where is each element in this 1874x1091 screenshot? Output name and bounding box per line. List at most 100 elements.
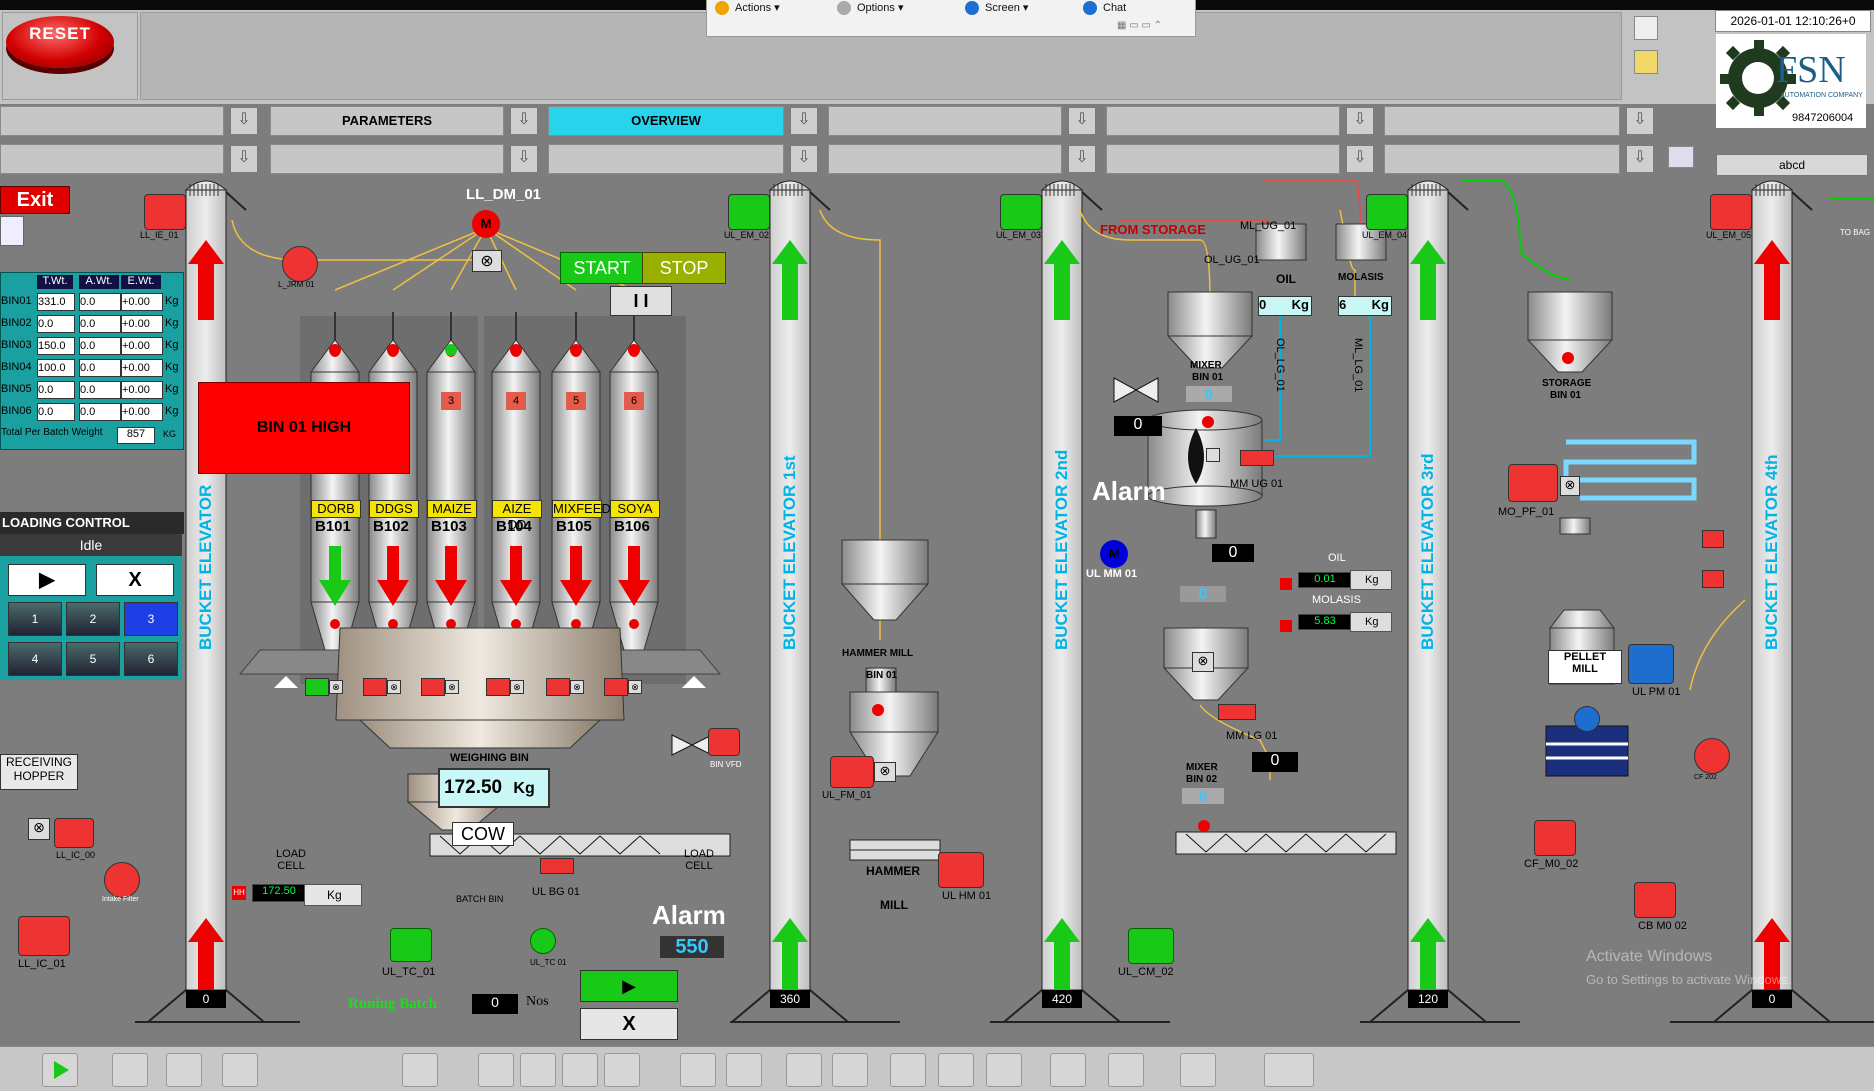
remote-window-icons[interactable]: ▦ ▭ ▭ ⌃ — [1117, 20, 1162, 34]
bin-gate-valve-icon[interactable]: ⊗ — [628, 680, 642, 694]
conditioner-motor-2-icon[interactable] — [1702, 570, 1724, 588]
bin-gate-valve-icon[interactable]: ⊗ — [445, 680, 459, 694]
hammer-valve-icon[interactable]: ⊗ — [874, 762, 896, 782]
mm-lg-motor-icon[interactable] — [1218, 704, 1256, 720]
elevator-motor-icon[interactable] — [1710, 194, 1752, 230]
reset-button[interactable]: RESET — [6, 16, 114, 68]
cf-motor-icon[interactable] — [1534, 820, 1576, 856]
fm-motor-icon[interactable] — [830, 756, 874, 788]
actions-menu[interactable]: Actions ▾ — [715, 1, 780, 16]
folder-icon[interactable] — [166, 1053, 202, 1087]
mm-ug-motor-icon[interactable] — [1240, 450, 1274, 466]
down-arrow-icon[interactable]: ⇩ — [510, 107, 538, 135]
pf-motor-icon[interactable] — [1508, 464, 1558, 502]
tab-blank-3[interactable] — [1106, 106, 1340, 136]
bin-feeder-motor-icon[interactable] — [363, 678, 387, 696]
down-arrow-icon[interactable]: ⇩ — [1346, 107, 1374, 135]
right-arrow-icon[interactable] — [604, 1053, 640, 1087]
bin-feeder-motor-icon[interactable] — [546, 678, 570, 696]
print-icon[interactable] — [1050, 1053, 1086, 1087]
start-button[interactable]: START — [560, 252, 644, 284]
cb-motor-icon[interactable] — [1634, 882, 1676, 918]
down-arrow-nav-icon[interactable] — [562, 1053, 598, 1087]
run-icon[interactable] — [42, 1053, 78, 1087]
acknowledge-icon[interactable] — [1264, 1053, 1314, 1087]
tab-blank-4[interactable] — [1384, 106, 1620, 136]
conditioner-motor-1-icon[interactable] — [1702, 530, 1724, 548]
tab-parameters[interactable]: PARAMETERS — [270, 106, 504, 136]
mixer-discharge-valve-icon[interactable]: ⊗ — [1192, 652, 1214, 672]
user-field[interactable]: abcd — [1716, 154, 1868, 176]
list-icon[interactable] — [222, 1053, 258, 1087]
ic00-motor-icon[interactable] — [54, 818, 94, 848]
dm-valve-icon[interactable]: ⊗ — [472, 250, 502, 272]
dm-motor-icon[interactable]: M — [472, 210, 500, 238]
options-menu[interactable]: Options ▾ — [837, 1, 904, 16]
paste-icon[interactable] — [938, 1053, 974, 1087]
copy-icon[interactable] — [890, 1053, 926, 1087]
chat-menu[interactable]: Chat — [1083, 1, 1126, 15]
receiving-valve-icon[interactable]: ⊗ — [28, 818, 50, 840]
mixer-motor-icon[interactable]: M — [1100, 540, 1128, 568]
bin-feeder-motor-icon[interactable] — [604, 678, 628, 696]
elevator-motor-icon[interactable] — [1366, 194, 1408, 230]
mixer-gate-icon[interactable] — [1206, 448, 1220, 462]
batch-play-button[interactable]: ▶ — [580, 970, 678, 1002]
tab-overview[interactable]: OVERVIEW — [548, 106, 784, 136]
down-arrow-icon[interactable]: ⇩ — [230, 145, 258, 173]
down-arrow-icon[interactable]: ⇩ — [230, 107, 258, 135]
tab-blank-2[interactable] — [828, 106, 1062, 136]
tab-blank-6[interactable] — [270, 144, 504, 174]
down-arrow-icon[interactable]: ⇩ — [1626, 145, 1654, 173]
tc-motor-icon[interactable] — [390, 928, 432, 962]
tools-icon[interactable] — [112, 1053, 148, 1087]
bg-motor-icon[interactable] — [540, 858, 574, 874]
pm-motor-icon[interactable] — [1628, 644, 1674, 684]
bin-feeder-motor-icon[interactable] — [486, 678, 510, 696]
pm-fan-icon[interactable] — [1574, 706, 1600, 732]
ic01-motor-icon[interactable] — [18, 916, 70, 956]
tab-blank-1[interactable] — [0, 106, 224, 136]
hm-motor-icon[interactable] — [938, 852, 984, 888]
down-arrow-icon[interactable]: ⇩ — [790, 145, 818, 173]
elevator-motor-icon[interactable] — [1000, 194, 1042, 230]
bin-feeder-motor-icon[interactable] — [305, 678, 329, 696]
undo-icon[interactable] — [680, 1053, 716, 1087]
down-arrow-icon[interactable]: ⇩ — [790, 107, 818, 135]
tab-blank-9[interactable] — [1106, 144, 1340, 174]
tab-blank-5[interactable] — [0, 144, 224, 174]
checklist-icon[interactable] — [1634, 16, 1658, 40]
report-icon[interactable] — [1634, 50, 1658, 74]
delete-icon[interactable] — [986, 1053, 1022, 1087]
bin-gate-valve-icon[interactable]: ⊗ — [329, 680, 343, 694]
monitor-icon[interactable] — [1668, 146, 1694, 168]
bin-gate-valve-icon[interactable]: ⊗ — [570, 680, 584, 694]
cm-motor-icon[interactable] — [1128, 928, 1174, 964]
bin-feeder-motor-icon[interactable] — [421, 678, 445, 696]
elevator-motor-icon[interactable] — [144, 194, 186, 230]
screen-menu[interactable]: Screen ▾ — [965, 1, 1028, 16]
bin-gate-valve-icon[interactable]: ⊗ — [387, 680, 401, 694]
down-arrow-icon[interactable]: ⇩ — [1346, 145, 1374, 173]
down-arrow-icon[interactable]: ⇩ — [1626, 107, 1654, 135]
help-icon[interactable] — [1108, 1053, 1144, 1087]
down-arrow-icon[interactable]: ⇩ — [1068, 107, 1096, 135]
intake-filter-icon[interactable] — [104, 862, 140, 898]
batch-stop-button[interactable]: X — [580, 1008, 678, 1040]
cf-fan-icon[interactable] — [1694, 738, 1730, 774]
logout-icon[interactable] — [832, 1053, 868, 1087]
tab-blank-10[interactable] — [1384, 144, 1620, 174]
tab-blank-8[interactable] — [828, 144, 1062, 174]
redo-icon[interactable] — [726, 1053, 762, 1087]
login-icon[interactable] — [786, 1053, 822, 1087]
pause-button[interactable]: I I — [610, 286, 672, 316]
down-arrow-icon[interactable]: ⇩ — [510, 145, 538, 173]
left-arrow-icon[interactable] — [478, 1053, 514, 1087]
tc-fan-icon[interactable] — [530, 928, 556, 954]
down-arrow-icon[interactable]: ⇩ — [1068, 145, 1096, 173]
bin-vfd-motor-icon[interactable] — [708, 728, 740, 756]
jrm-fan-icon[interactable] — [282, 246, 318, 282]
tab-blank-7[interactable] — [548, 144, 784, 174]
up-arrow-icon[interactable] — [520, 1053, 556, 1087]
pf-valve-icon[interactable]: ⊗ — [1560, 476, 1580, 496]
